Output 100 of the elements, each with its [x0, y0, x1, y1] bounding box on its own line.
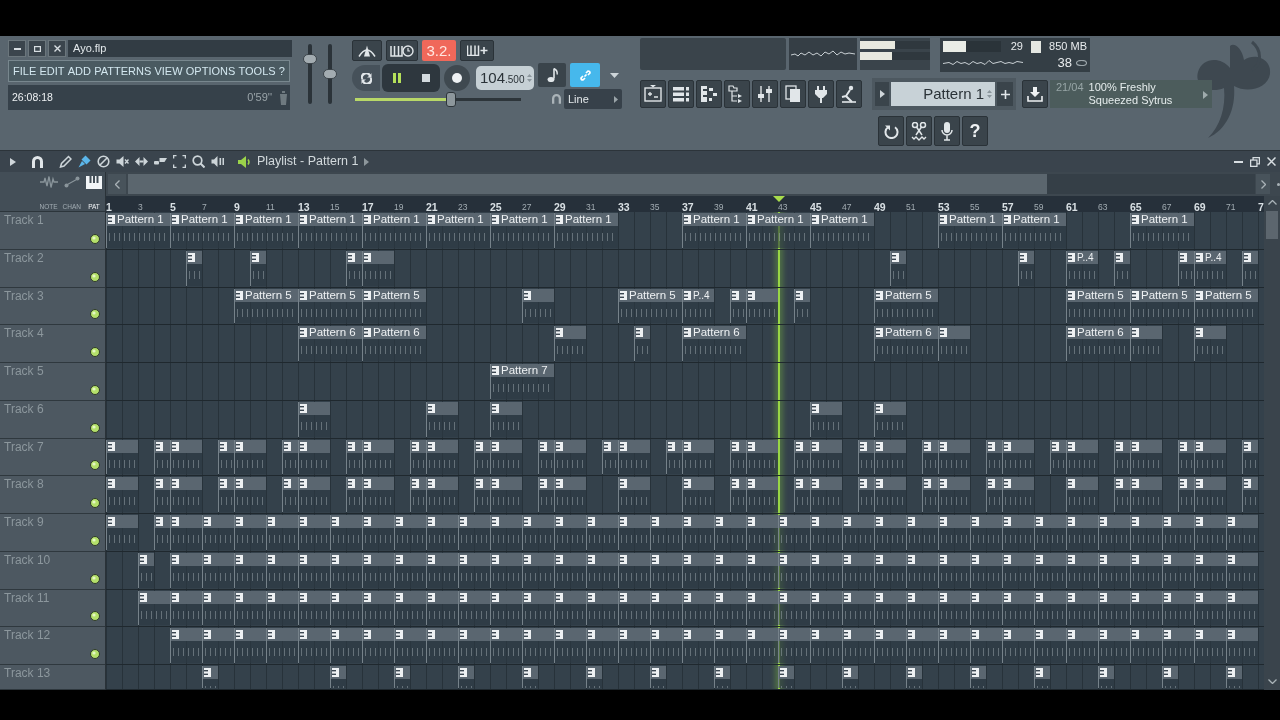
pattern-clip[interactable] [474, 439, 490, 475]
pattern-clip[interactable] [1018, 250, 1034, 286]
playlist-button[interactable] [640, 80, 666, 108]
pattern-clip[interactable] [778, 628, 810, 663]
led-icon[interactable] [90, 535, 100, 546]
led-icon[interactable] [90, 384, 100, 395]
pattern-clip[interactable] [426, 552, 458, 588]
pattern-clip[interactable] [1178, 477, 1194, 512]
pattern-clip[interactable] [618, 439, 650, 475]
pattern-clip[interactable] [170, 439, 202, 475]
pattern-clip[interactable] [458, 628, 490, 663]
pattern-clip[interactable] [394, 628, 426, 663]
led-icon[interactable] [90, 233, 100, 244]
pattern-clip[interactable]: Pattern 1 [1002, 213, 1066, 248]
pattern-clip[interactable] [746, 628, 778, 663]
pattern-clip[interactable] [138, 590, 170, 626]
pattern-clip[interactable]: Pattern 5 [874, 288, 938, 324]
restore-icon[interactable] [1250, 156, 1260, 167]
pattern-clip[interactable] [778, 590, 810, 626]
pencil-icon[interactable] [59, 155, 72, 168]
pattern-clip[interactable] [394, 552, 426, 588]
pattern-clip[interactable] [1162, 552, 1194, 588]
figure-button[interactable] [836, 80, 862, 108]
pattern-clip[interactable] [1194, 477, 1226, 512]
pattern-clip[interactable] [746, 439, 778, 475]
pattern-clip[interactable] [458, 515, 490, 550]
pattern-clip[interactable]: Pattern 5 [362, 288, 426, 324]
previous-pattern-button[interactable] [875, 82, 889, 106]
pattern-clip[interactable] [1226, 515, 1258, 550]
pattern-clip[interactable]: Pattern 1 [554, 213, 618, 248]
pattern-clip[interactable] [874, 477, 906, 512]
pattern-clip[interactable] [362, 439, 394, 475]
pattern-clip[interactable] [682, 515, 714, 550]
pattern-clip[interactable] [410, 439, 426, 475]
plugin-button[interactable] [808, 80, 834, 108]
pattern-clip[interactable] [1002, 439, 1034, 475]
pattern-clip[interactable] [330, 590, 362, 626]
pattern-clip[interactable] [1242, 477, 1258, 512]
pattern-clip[interactable] [810, 590, 842, 626]
pattern-clip[interactable] [1002, 628, 1034, 663]
pattern-clip[interactable] [938, 439, 970, 475]
pattern-clip[interactable] [1002, 477, 1034, 512]
pattern-clip[interactable] [1034, 552, 1066, 588]
pattern-clip[interactable] [234, 439, 266, 475]
pattern-clip[interactable] [1098, 628, 1130, 663]
pattern-clip[interactable] [874, 552, 906, 588]
pattern-clip[interactable] [490, 590, 522, 626]
pattern-clip[interactable] [170, 477, 202, 512]
pattern-clip[interactable] [1242, 250, 1258, 286]
pattern-clip[interactable] [554, 439, 586, 475]
pattern-clip[interactable] [842, 552, 874, 588]
pattern-clip[interactable] [426, 590, 458, 626]
pattern-clip[interactable] [1114, 250, 1130, 286]
pattern-clip[interactable] [1194, 439, 1226, 475]
pattern-clip[interactable] [778, 552, 810, 588]
pattern-clip[interactable] [858, 477, 874, 512]
pattern-clip[interactable] [282, 439, 298, 475]
pattern-clip[interactable] [650, 628, 682, 663]
pattern-clip[interactable]: Pattern 1 [938, 213, 1002, 248]
knife-icon[interactable] [154, 158, 167, 165]
pattern-clip[interactable] [554, 628, 586, 663]
pattern-clip[interactable] [794, 288, 810, 324]
menu-item[interactable]: ? [278, 61, 285, 81]
pattern-clip[interactable] [154, 515, 170, 550]
pattern-clip[interactable] [922, 439, 938, 475]
pattern-clip[interactable] [1130, 628, 1162, 663]
pattern-clip[interactable] [890, 250, 906, 286]
snap-dropdown[interactable]: Line [564, 89, 622, 109]
add-pattern-button[interactable] [997, 82, 1013, 106]
menu-item[interactable]: PATTERNS [94, 61, 152, 81]
pattern-clip[interactable] [858, 439, 874, 475]
pattern-clip[interactable]: Pattern 1 [234, 213, 298, 248]
pattern-clip[interactable] [458, 590, 490, 626]
pattern-clip[interactable] [1050, 439, 1066, 475]
pattern-clip[interactable] [730, 288, 746, 324]
pattern-clip[interactable] [1066, 628, 1098, 663]
help-button[interactable]: ? [962, 116, 988, 146]
slider-thumb[interactable] [303, 54, 317, 64]
pattern-clip[interactable] [650, 590, 682, 626]
pattern-clip[interactable] [986, 439, 1002, 475]
slider-thumb[interactable] [446, 92, 457, 107]
pattern-clip[interactable] [282, 477, 298, 512]
pattern-clip[interactable] [490, 628, 522, 663]
pattern-clip[interactable] [1130, 552, 1162, 588]
pattern-clip[interactable] [410, 477, 426, 512]
pattern-clip[interactable] [490, 401, 522, 437]
pattern-clip[interactable] [154, 439, 170, 475]
pattern-clip[interactable]: Pattern 1 [426, 213, 490, 248]
pattern-clip[interactable] [1098, 515, 1130, 550]
pattern-clip[interactable]: Pattern 1 [746, 213, 810, 248]
pattern-clip[interactable] [298, 439, 330, 475]
pattern-clip[interactable]: Pattern 1 [490, 213, 554, 248]
pattern-clip[interactable] [426, 515, 458, 550]
pattern-clip[interactable] [1194, 552, 1226, 588]
pattern-clip[interactable] [666, 439, 682, 475]
pattern-clip[interactable] [938, 326, 970, 361]
minimize-button[interactable] [8, 40, 26, 57]
pattern-clip[interactable] [778, 515, 810, 550]
pattern-clip[interactable] [330, 552, 362, 588]
pattern-clip[interactable] [1098, 590, 1130, 626]
